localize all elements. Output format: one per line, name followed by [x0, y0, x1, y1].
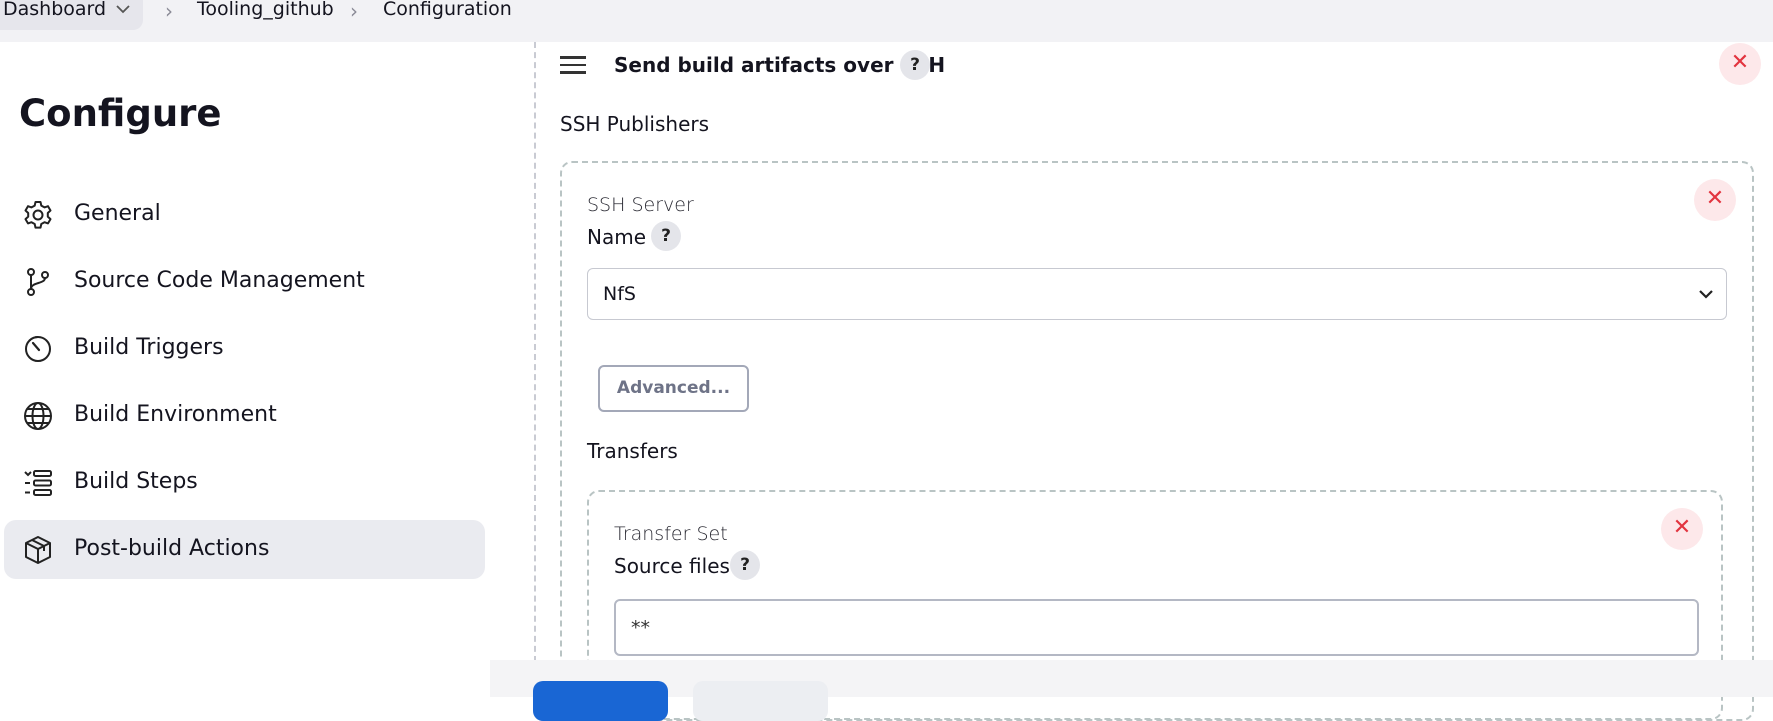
sidebar-item-build-environment[interactable]: Build Environment — [4, 386, 485, 445]
help-icon[interactable]: ? — [900, 50, 930, 80]
sidebar-item-build-triggers[interactable]: Build Triggers — [4, 319, 485, 378]
sidebar-item-label: Source Code Management — [74, 268, 365, 293]
chevron-right-icon: › — [350, 0, 358, 23]
source-files-label: Source files — [614, 554, 730, 578]
server-name-select[interactable]: NfS — [587, 268, 1727, 320]
chevron-right-icon: › — [165, 0, 173, 23]
save-button[interactable] — [533, 681, 668, 721]
chevron-down-icon — [1699, 290, 1713, 299]
ssh-server-heading: SSH Server — [587, 194, 694, 216]
delete-server-button[interactable]: ✕ — [1694, 179, 1736, 221]
sidebar-item-label: Post-build Actions — [74, 536, 270, 561]
breadcrumb-dashboard[interactable]: Dashboard — [3, 0, 106, 20]
sidebar-item-label: Build Triggers — [74, 335, 224, 360]
help-icon[interactable]: ? — [651, 221, 681, 251]
list-icon — [24, 470, 52, 496]
name-label: Name — [587, 225, 647, 249]
sidebar-item-post-build-actions[interactable]: Post-build Actions — [4, 520, 485, 579]
chevron-down-icon[interactable] — [115, 2, 131, 16]
drag-handle-icon[interactable] — [560, 56, 586, 76]
sidebar-item-general[interactable]: General — [4, 185, 485, 244]
section-divider — [534, 42, 536, 662]
help-icon[interactable]: ? — [730, 550, 760, 580]
sidebar-item-label: General — [74, 201, 161, 226]
transfers-label: Transfers — [587, 439, 678, 463]
breadcrumb-configuration[interactable]: Configuration — [383, 0, 512, 20]
sidebar-item-label: Build Environment — [74, 402, 277, 427]
breadcrumb: Dashboard › Tooling_github › Configurati… — [0, 0, 1773, 42]
package-icon — [25, 536, 51, 564]
ssh-publishers-label: SSH Publishers — [560, 112, 710, 136]
git-branch-icon — [27, 268, 49, 296]
breadcrumb-job[interactable]: Tooling_github — [197, 0, 334, 20]
clock-icon — [25, 335, 51, 362]
sidebar-item-label: Build Steps — [74, 469, 198, 494]
source-files-value: ** — [631, 617, 650, 639]
apply-button[interactable] — [693, 681, 828, 721]
delete-transfer-set-button[interactable]: ✕ — [1661, 508, 1703, 550]
bottom-action-bar — [490, 660, 1773, 697]
globe-icon — [24, 402, 52, 430]
server-name-value: NfS — [603, 283, 636, 305]
page-title: Configure — [19, 92, 222, 135]
sidebar-item-source-code-management[interactable]: Source Code Management — [4, 252, 485, 311]
sidebar-item-build-steps[interactable]: Build Steps — [4, 453, 485, 512]
advanced-button[interactable]: Advanced... — [598, 365, 749, 412]
source-files-input[interactable]: ** — [614, 599, 1699, 656]
delete-section-button[interactable]: ✕ — [1719, 43, 1761, 85]
transfer-set-heading: Transfer Set — [614, 523, 728, 545]
section-title: Send build artifacts over SSH — [614, 53, 946, 77]
gear-icon — [24, 201, 52, 229]
